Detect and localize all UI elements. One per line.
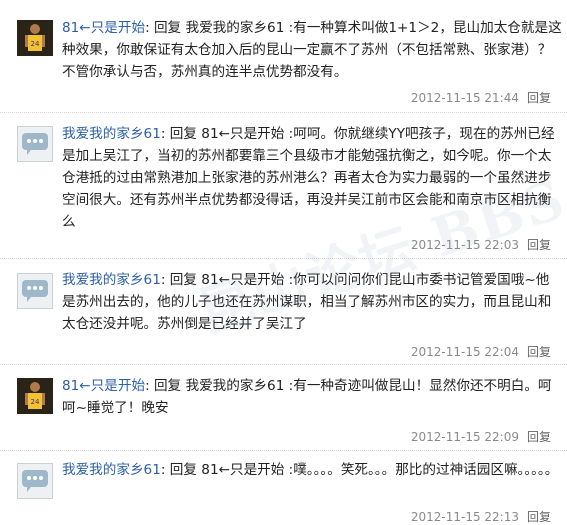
user-avatar[interactable]	[17, 273, 53, 309]
reply-link[interactable]: 回复	[527, 510, 551, 524]
comment-text: 81←只是开始: 回复 我爱我的家乡61 :有一种算术叫做1+1＞2，昆山加太仓…	[62, 20, 562, 80]
comment-item: 24 81←只是开始: 回复 我爱我的家乡61 :有一种奇迹叫做昆山！显然你还不…	[0, 365, 567, 450]
comment-username[interactable]: 我爱我的家乡61	[62, 462, 161, 478]
comment-text: 我爱我的家乡61: 回复 81←只是开始 :噗。。。。笑死。。。那比的过神话园区…	[62, 462, 559, 478]
user-avatar[interactable]: 24	[17, 378, 53, 414]
reply-link[interactable]: 回复	[527, 345, 551, 359]
comment-body: 回复 81←只是开始 :噗。。。。笑死。。。那比的过神话园区嘛。。。。。	[169, 462, 559, 478]
comment-username[interactable]: 我爱我的家乡61	[62, 272, 161, 288]
comment-text: 我爱我的家乡61: 回复 81←只是开始 :呵呵。你就继续YY吧孩子，现在的苏州…	[62, 126, 555, 230]
comment-text: 81←只是开始: 回复 我爱我的家乡61 :有一种奇迹叫做昆山！显然你还不明白。…	[62, 378, 552, 416]
player-avatar-icon: 24	[17, 20, 53, 56]
reply-link[interactable]: 回复	[527, 238, 551, 252]
comment-username[interactable]: 我爱我的家乡61	[62, 126, 161, 142]
comment-item: 我爱我的家乡61: 回复 81←只是开始 :噗。。。。笑死。。。那比的过神话园区…	[0, 451, 567, 524]
comment-meta: 2012-11-15 22:13 回复	[411, 508, 551, 525]
comment-timestamp: 2012-11-15 22:04	[410, 345, 519, 359]
comment-username[interactable]: 81←只是开始	[62, 20, 145, 36]
reply-link[interactable]: 回复	[527, 91, 551, 105]
svg-text:24: 24	[31, 40, 40, 48]
bubble-avatar-icon	[18, 127, 52, 161]
bubble-avatar-icon	[18, 274, 52, 308]
comment-meta: 2012-11-15 22:03 回复	[411, 236, 551, 253]
player-avatar-icon: 24	[17, 378, 53, 414]
comment-meta: 2012-11-15 22:09 回复	[411, 428, 551, 445]
comment-timestamp: 2012-11-15 21:44	[410, 91, 519, 105]
user-avatar[interactable]	[17, 126, 53, 162]
reply-link[interactable]: 回复	[527, 430, 551, 444]
comment-timestamp: 2012-11-15 22:03	[410, 238, 519, 252]
user-avatar[interactable]	[17, 463, 53, 499]
comment-item: 我爱我的家乡61: 回复 81←只是开始 :你可以问问你们昆山市委书记管爱国哦~…	[0, 259, 567, 364]
comment-timestamp: 2012-11-15 22:09	[410, 430, 519, 444]
user-avatar[interactable]: 24	[17, 20, 53, 56]
comment-timestamp: 2012-11-15 22:13	[410, 510, 519, 524]
svg-text:24: 24	[31, 398, 40, 406]
comment-item: 24 81←只是开始: 回复 我爱我的家乡61 :有一种算术叫做1+1＞2，昆山…	[0, 0, 567, 112]
comment-meta: 2012-11-15 21:44 回复	[411, 89, 551, 106]
comment-item: 我爱我的家乡61: 回复 81←只是开始 :呵呵。你就继续YY吧孩子，现在的苏州…	[0, 113, 567, 258]
comment-text: 我爱我的家乡61: 回复 81←只是开始 :你可以问问你们昆山市委书记管爱国哦~…	[62, 272, 552, 332]
comment-meta: 2012-11-15 22:04 回复	[411, 343, 551, 360]
bubble-avatar-icon	[18, 464, 52, 498]
comment-username[interactable]: 81←只是开始	[62, 378, 145, 394]
